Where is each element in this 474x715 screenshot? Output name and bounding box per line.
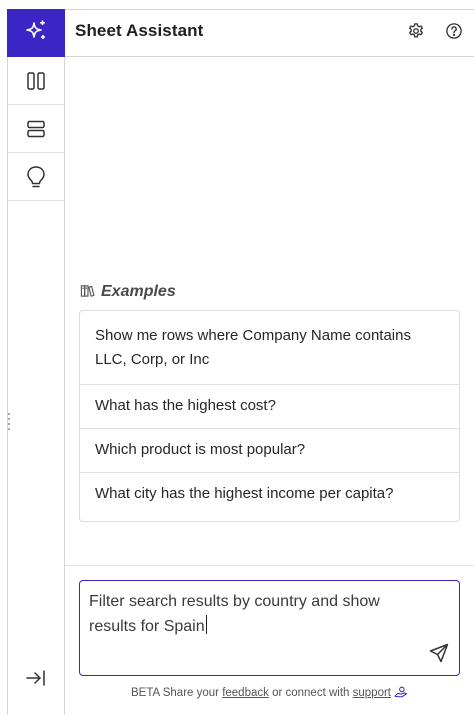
help-circle-icon [445, 22, 463, 44]
lightbulb-icon [25, 165, 47, 189]
header: Sheet Assistant [65, 9, 474, 57]
collapse-panel-button[interactable] [8, 665, 64, 695]
examples-heading: Examples [80, 282, 176, 302]
columns-icon [26, 71, 46, 91]
resize-handle[interactable] [8, 413, 11, 431]
example-prompt[interactable]: Show me rows where Company Name contains… [80, 324, 459, 385]
text-caret [205, 615, 207, 634]
rail-item-ideas[interactable] [8, 153, 64, 201]
settings-button[interactable] [406, 23, 426, 43]
feedback-link[interactable]: feedback [222, 687, 269, 699]
examples-list: Show me rows where Company Name contains… [79, 310, 460, 522]
books-icon [80, 283, 95, 302]
prompt-input-value: Filter search results by country and sho… [89, 593, 380, 635]
page-title: Sheet Assistant [75, 21, 204, 40]
example-prompt[interactable]: What city has the highest income per cap… [80, 482, 459, 512]
sheet-assistant-panel: Sheet Assistant Examples Show me rows wh… [0, 0, 474, 715]
rail-item-rows[interactable] [8, 105, 64, 153]
support-link[interactable]: support [353, 687, 391, 699]
gear-icon [407, 22, 425, 44]
footer: BETA Share your feedback or connect with… [79, 686, 460, 701]
example-prompt[interactable]: Which product is most popular? [80, 438, 459, 473]
sparkle-icon [23, 18, 49, 48]
assistant-button[interactable] [7, 9, 65, 57]
send-button[interactable] [428, 643, 450, 667]
footer-connect-text: or connect with [272, 687, 350, 699]
rows-icon [26, 119, 46, 139]
collapse-right-icon [25, 668, 47, 692]
divider [65, 565, 474, 566]
send-icon [429, 643, 449, 667]
examples-label: Examples [101, 283, 176, 300]
support-icon[interactable] [394, 686, 408, 701]
rail-item-columns[interactable] [8, 57, 64, 105]
prompt-input[interactable]: Filter search results by country and sho… [79, 580, 460, 676]
left-rail [7, 9, 65, 715]
footer-beta-text: BETA Share your [130, 687, 219, 699]
help-button[interactable] [444, 23, 464, 43]
example-prompt[interactable]: What has the highest cost? [80, 394, 459, 429]
